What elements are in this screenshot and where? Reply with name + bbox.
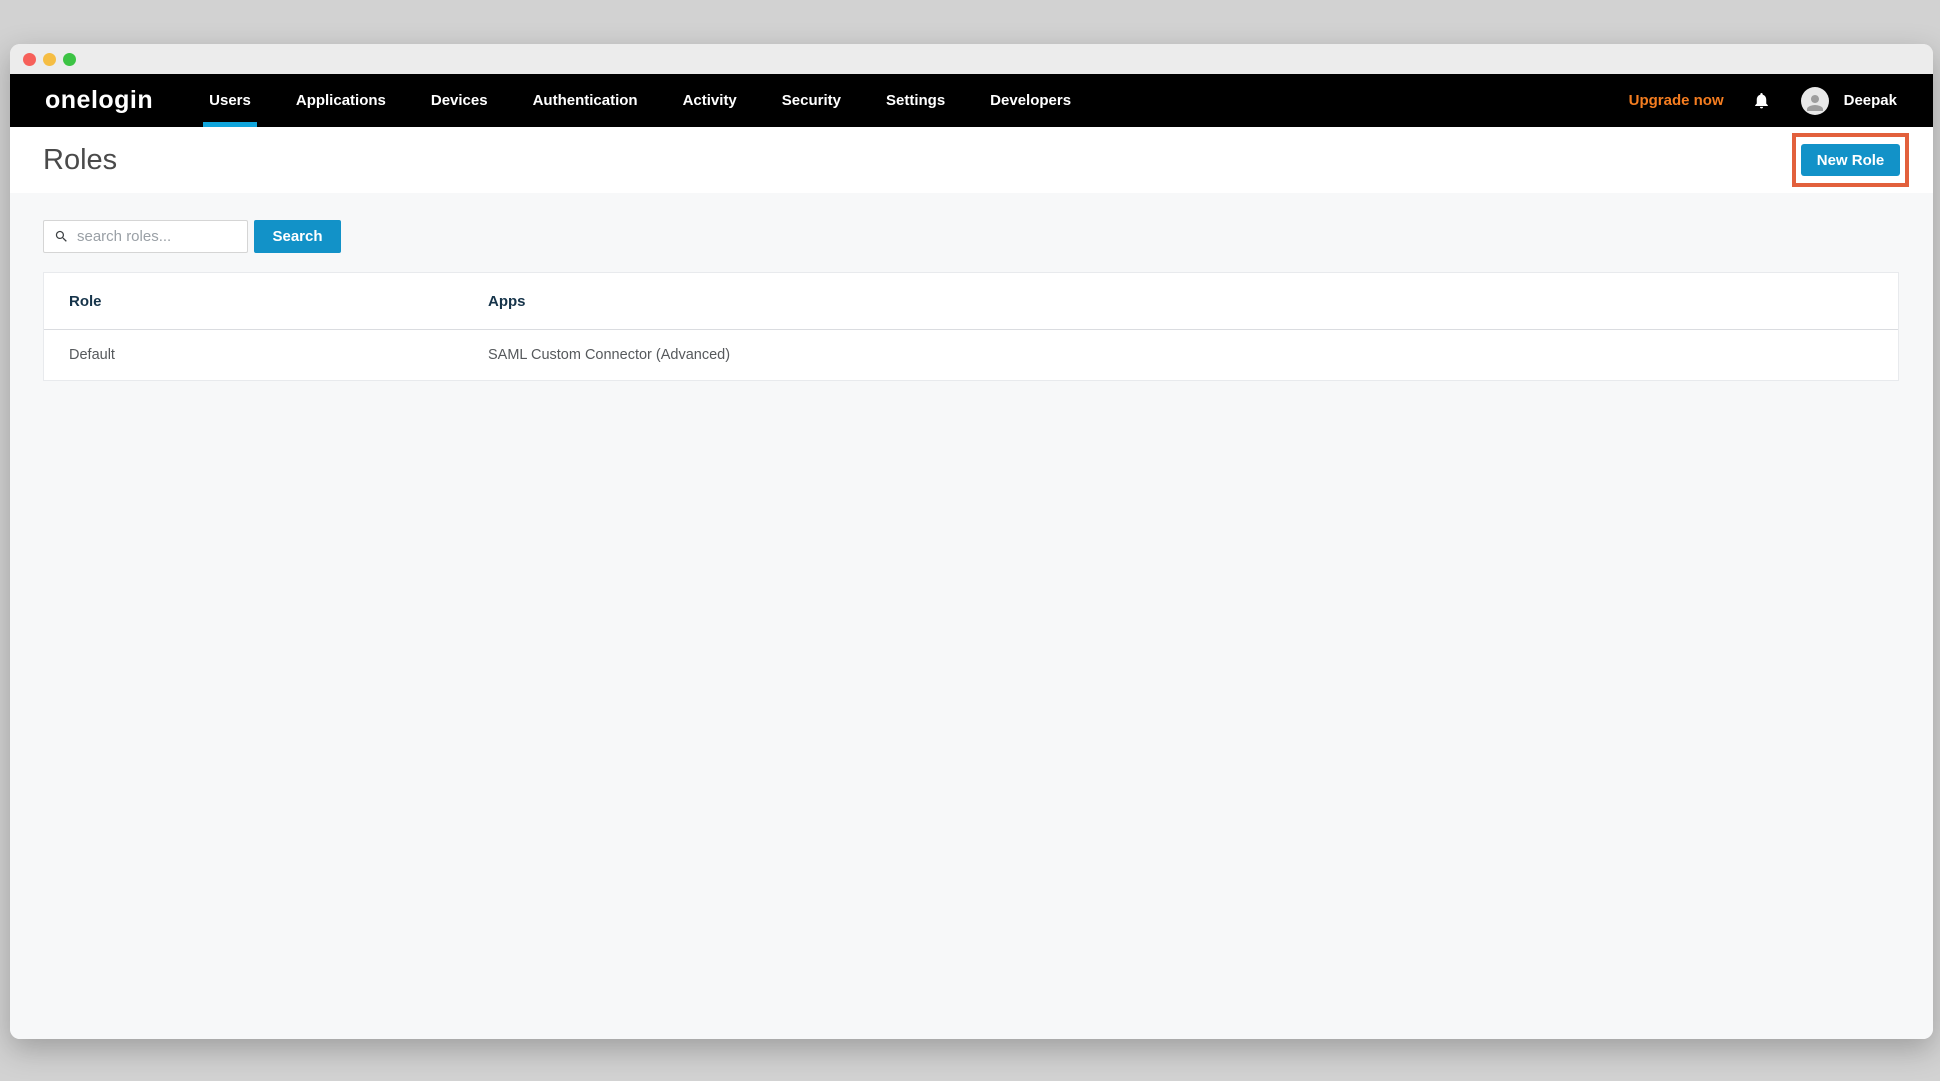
annotation-highlight-box: New Role (1792, 133, 1909, 187)
apps-cell: SAML Custom Connector (Advanced) (488, 347, 1898, 363)
content-area: Search Role Apps Default SAML Custom Con… (10, 193, 1933, 1039)
column-header-role: Role (44, 293, 488, 310)
nav-tab-activity[interactable]: Activity (683, 74, 737, 127)
table-header-row: Role Apps (44, 273, 1898, 330)
search-button[interactable]: Search (254, 220, 341, 253)
window-close-button[interactable] (23, 53, 36, 66)
nav-tab-devices[interactable]: Devices (431, 74, 488, 127)
onelogin-logo: onelogin (45, 86, 153, 115)
nav-menu: Users Applications Devices Authenticatio… (209, 74, 1071, 127)
column-header-apps: Apps (488, 293, 1898, 310)
window-maximize-button[interactable] (63, 53, 76, 66)
window-minimize-button[interactable] (43, 53, 56, 66)
bell-icon (1752, 91, 1771, 110)
table-row[interactable]: Default SAML Custom Connector (Advanced) (44, 330, 1898, 380)
user-name-label[interactable]: Deepak (1844, 92, 1897, 109)
search-box (43, 220, 248, 253)
nav-tab-users[interactable]: Users (209, 74, 251, 127)
search-icon (54, 229, 69, 244)
top-navbar: onelogin Users Applications Devices Auth… (10, 74, 1933, 127)
nav-tab-applications[interactable]: Applications (296, 74, 386, 127)
window-titlebar (10, 44, 1933, 74)
search-row: Search (43, 220, 1899, 253)
page-title: Roles (43, 144, 117, 177)
nav-tab-security[interactable]: Security (782, 74, 841, 127)
notifications-button[interactable] (1752, 91, 1771, 110)
new-role-button[interactable]: New Role (1801, 144, 1900, 176)
role-cell[interactable]: Default (44, 347, 488, 363)
upgrade-now-link[interactable]: Upgrade now (1629, 92, 1724, 109)
app-window: onelogin Users Applications Devices Auth… (10, 44, 1933, 1039)
nav-tab-developers[interactable]: Developers (990, 74, 1071, 127)
page-header: Roles New Role (10, 127, 1933, 193)
user-avatar[interactable] (1801, 87, 1829, 115)
search-roles-input[interactable] (77, 228, 237, 245)
nav-tab-settings[interactable]: Settings (886, 74, 945, 127)
roles-table: Role Apps Default SAML Custom Connector … (43, 272, 1899, 381)
nav-tab-authentication[interactable]: Authentication (533, 74, 638, 127)
navbar-right: Upgrade now Deepak (1629, 87, 1897, 115)
person-icon (1803, 91, 1827, 115)
